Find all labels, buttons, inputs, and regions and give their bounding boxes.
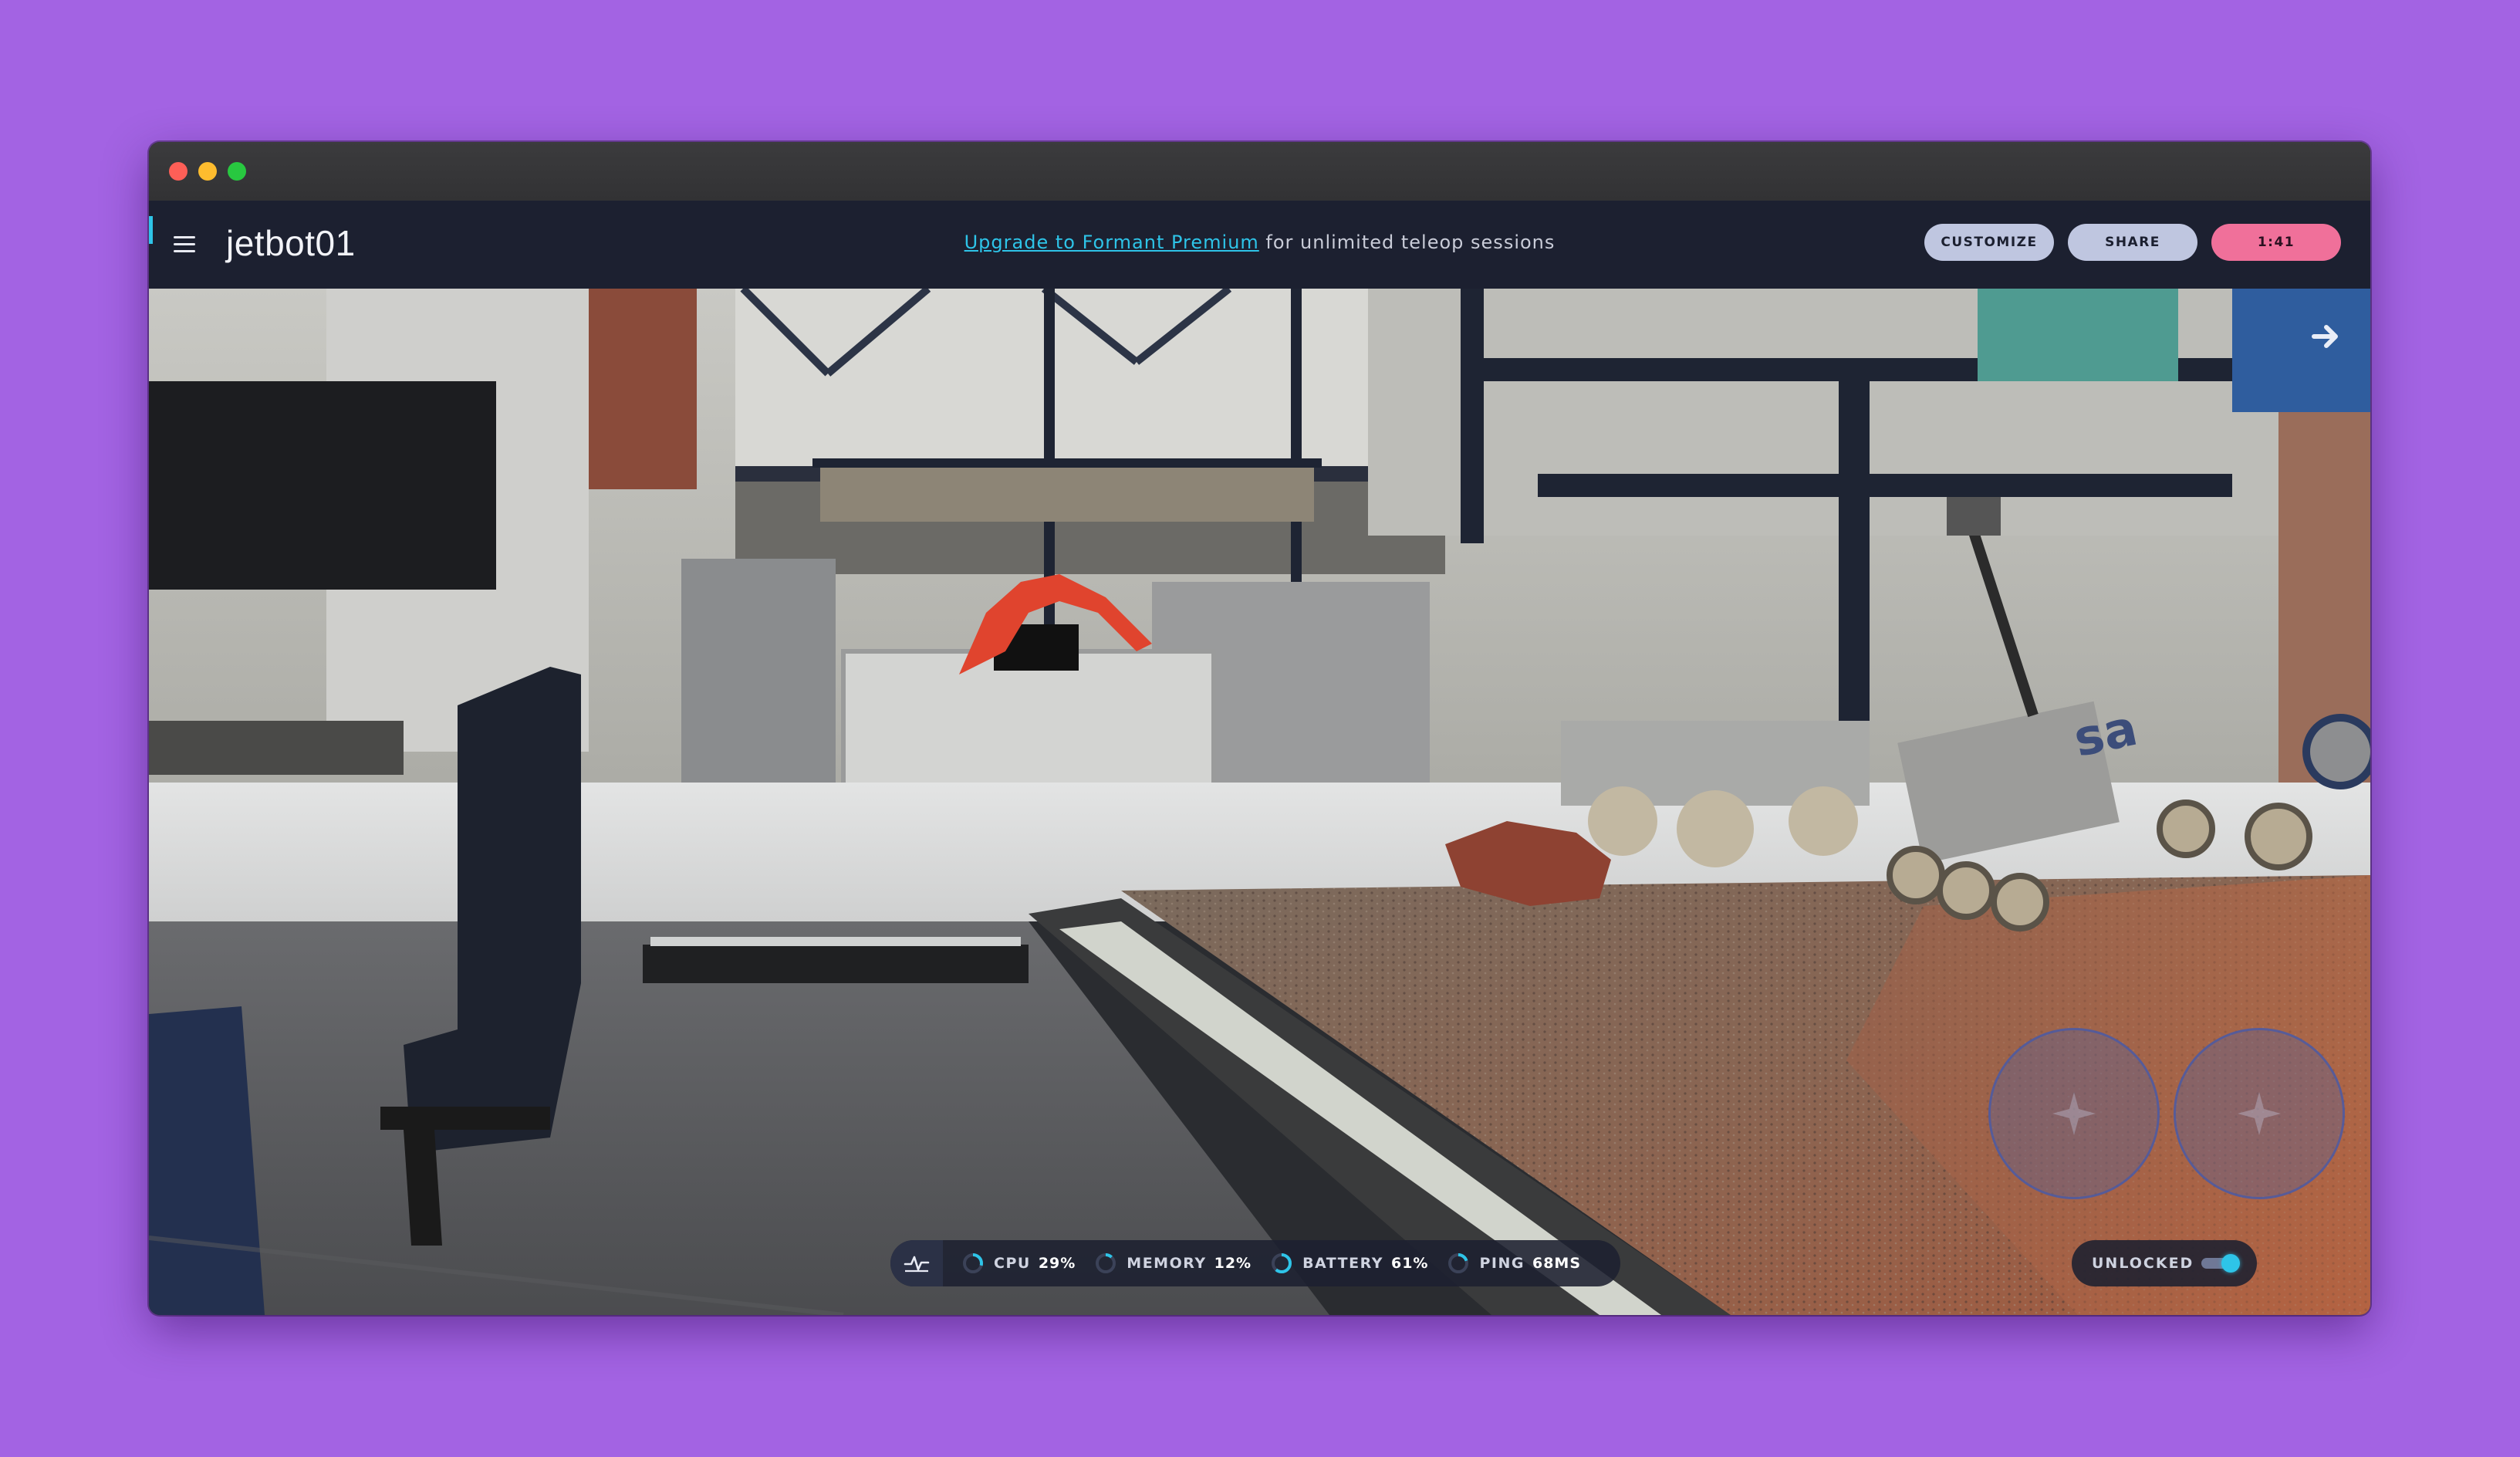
pulse-icon [904, 1256, 930, 1273]
right-joystick[interactable] [2174, 1028, 2345, 1199]
zoom-window-button[interactable] [228, 162, 246, 181]
cpu-metric: CPU 29% [961, 1252, 1076, 1275]
lock-status-label: UNLOCKED [2092, 1255, 2194, 1272]
app-window: jetbot01 Upgrade to Formant Premium for … [149, 142, 2370, 1315]
customize-button[interactable]: CUSTOMIZE [1924, 224, 2054, 261]
ping-metric: PING 68MS [1447, 1252, 1581, 1275]
battery-label: BATTERY [1302, 1255, 1383, 1272]
memory-label: MEMORY [1127, 1255, 1207, 1272]
memory-metric: MEMORY 12% [1094, 1252, 1252, 1275]
upgrade-link[interactable]: Upgrade to Formant Premium [964, 232, 1259, 253]
arrow-right-icon[interactable] [2309, 319, 2343, 353]
memory-value: 12% [1214, 1255, 1252, 1272]
battery-gauge-icon [1272, 1253, 1292, 1273]
cpu-value: 29% [1038, 1255, 1076, 1272]
window-titlebar [149, 142, 2370, 202]
lock-toggle[interactable] [2201, 1254, 2240, 1273]
cpu-gauge-icon [963, 1253, 983, 1273]
status-toggle-button[interactable] [890, 1240, 943, 1286]
ping-label: PING [1479, 1255, 1525, 1272]
memory-gauge-icon [1096, 1253, 1116, 1273]
battery-value: 61% [1390, 1255, 1429, 1272]
share-button[interactable]: SHARE [2068, 224, 2197, 261]
ping-value: 68MS [1532, 1255, 1582, 1272]
battery-metric: BATTERY 61% [1270, 1252, 1428, 1275]
minimize-window-button[interactable] [198, 162, 217, 181]
ping-gauge-icon [1448, 1253, 1469, 1273]
camera-stream[interactable]: sa CPU 29% MEMORY 12% BATTERY 61% PING 6… [149, 289, 2370, 1315]
joystick-sparkle-icon [2238, 1092, 2281, 1135]
joystick-sparkle-icon [2052, 1092, 2096, 1135]
cpu-label: CPU [994, 1255, 1031, 1272]
app-header: jetbot01 Upgrade to Formant Premium for … [149, 201, 2370, 289]
upgrade-text: for unlimited teleop sessions [1258, 232, 1556, 253]
lock-control: UNLOCKED [2072, 1240, 2257, 1286]
toggle-knob [2221, 1254, 2240, 1273]
left-joystick[interactable] [1988, 1028, 2160, 1199]
close-window-button[interactable] [169, 162, 187, 181]
session-timer-button[interactable]: 1:41 [2211, 224, 2341, 261]
robot-status-bar: CPU 29% MEMORY 12% BATTERY 61% PING 68MS [890, 1240, 1620, 1286]
